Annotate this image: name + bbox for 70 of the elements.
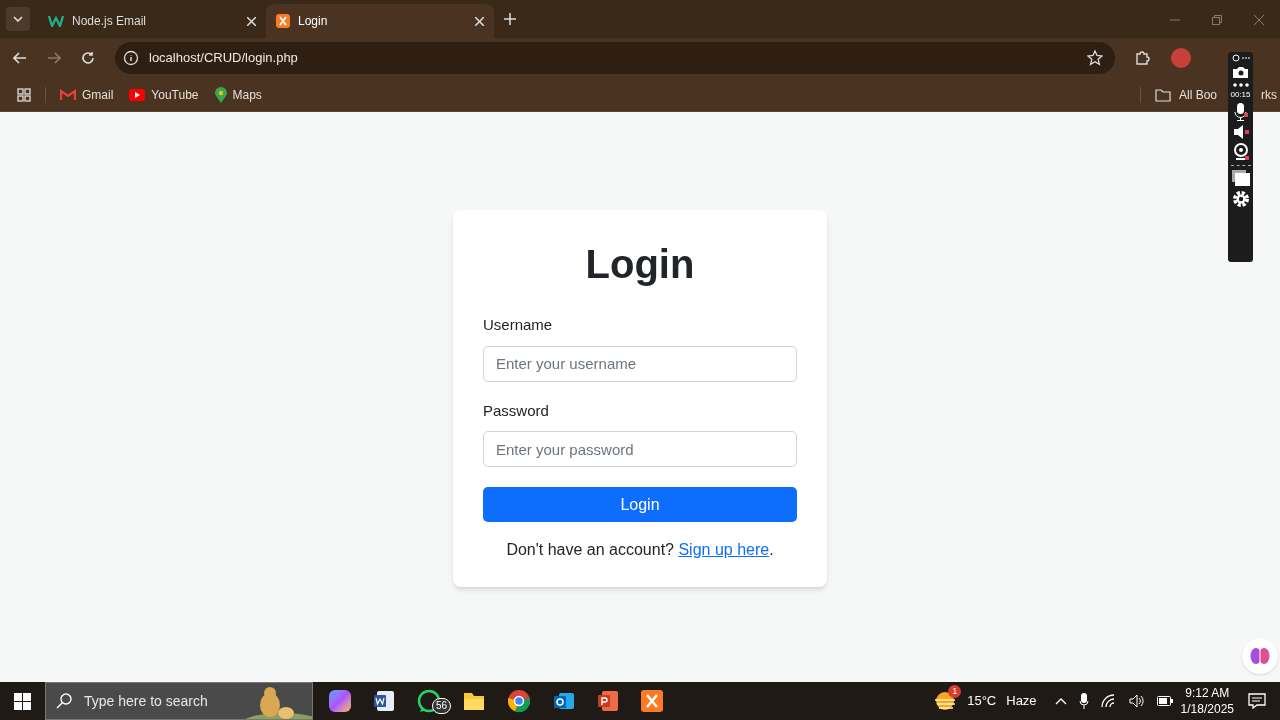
assistant-button[interactable] bbox=[1242, 638, 1278, 674]
webcam-icon[interactable] bbox=[1232, 143, 1249, 161]
chevron-up-icon[interactable] bbox=[1054, 697, 1067, 705]
brain-icon bbox=[1250, 647, 1270, 665]
word-icon[interactable] bbox=[373, 690, 395, 712]
forward-icon[interactable] bbox=[47, 52, 61, 64]
info-icon[interactable] bbox=[123, 50, 139, 66]
map-pin-icon bbox=[214, 86, 227, 103]
reload-icon[interactable] bbox=[81, 51, 95, 65]
folder-icon[interactable] bbox=[463, 691, 485, 711]
notifications-icon[interactable] bbox=[1248, 693, 1266, 709]
recording-timer: 00:15 bbox=[1230, 91, 1251, 99]
outlook-icon[interactable] bbox=[553, 690, 575, 712]
mail-icon bbox=[60, 88, 76, 101]
chrome-icon[interactable] bbox=[507, 689, 531, 713]
field-label: Username bbox=[483, 315, 554, 335]
microphone-icon[interactable] bbox=[1078, 693, 1089, 709]
clock-date[interactable]: 1/18/2025 bbox=[1180, 701, 1234, 717]
taskbar-search-field[interactable]: Type here to search bbox=[45, 682, 313, 720]
windows-icon[interactable] bbox=[1231, 170, 1250, 186]
puzzle-icon[interactable] bbox=[1135, 50, 1151, 66]
address-bar[interactable]: localhost/CRUD/login.php bbox=[115, 42, 1115, 74]
signup-link[interactable]: Sign up here bbox=[678, 541, 770, 558]
xampp-icon bbox=[276, 14, 290, 28]
camera-icon[interactable] bbox=[1232, 66, 1249, 79]
login-heading: Login bbox=[584, 241, 696, 288]
weather-text[interactable]: Haze bbox=[1006, 691, 1037, 711]
search-placeholder: Type here to search bbox=[84, 691, 208, 711]
back-icon[interactable] bbox=[13, 52, 27, 64]
bookmark-link[interactable]: Gmail bbox=[82, 85, 114, 104]
folder-icon bbox=[1154, 87, 1171, 102]
powerpoint-icon[interactable] bbox=[597, 690, 619, 712]
settings-icon[interactable] bbox=[1231, 190, 1250, 208]
field-label: Password bbox=[483, 400, 550, 421]
browser-tab[interactable]: Node.js Email bbox=[38, 4, 266, 38]
input-field[interactable]: Enter your password bbox=[483, 431, 797, 467]
windows-start-icon[interactable] bbox=[14, 692, 31, 710]
address-text: localhost/CRUD/login.php bbox=[149, 49, 299, 68]
xampp-icon[interactable] bbox=[641, 690, 663, 712]
apps-icon[interactable] bbox=[17, 87, 31, 102]
notification-badge: 56 bbox=[431, 698, 451, 714]
play-icon bbox=[129, 88, 146, 101]
wifi-icon[interactable] bbox=[1100, 694, 1117, 708]
chevron-down-icon bbox=[13, 16, 23, 22]
bookmark-folder-label[interactable]: rks bbox=[1261, 85, 1277, 104]
bookmark-link[interactable]: YouTube bbox=[151, 85, 199, 104]
bookmark-folder-label[interactable]: All Boo bbox=[1178, 85, 1217, 104]
battery-icon[interactable] bbox=[1156, 696, 1173, 706]
more-icon[interactable] bbox=[1232, 83, 1249, 87]
tab-search-button[interactable] bbox=[6, 7, 30, 31]
speaker-icon[interactable] bbox=[1128, 694, 1145, 708]
speaker-icon[interactable] bbox=[1232, 125, 1249, 139]
browser-tab[interactable]: Login bbox=[266, 4, 494, 38]
tab-title: Login bbox=[298, 13, 329, 30]
temperature-text[interactable]: 15°C bbox=[967, 691, 997, 711]
notification-badge: 1 bbox=[948, 685, 962, 698]
input-field[interactable]: Enter your username bbox=[483, 345, 797, 382]
pin-icon[interactable] bbox=[1231, 54, 1250, 62]
new-tab-icon[interactable] bbox=[504, 13, 516, 25]
search-icon bbox=[56, 693, 72, 709]
microphone-icon[interactable] bbox=[1233, 103, 1248, 121]
login-button[interactable]: Login bbox=[483, 487, 797, 522]
bookmark-link[interactable]: Maps bbox=[232, 85, 262, 104]
restore-icon[interactable] bbox=[1212, 15, 1222, 25]
signup-text: Don't have an account? Sign up here. bbox=[506, 541, 774, 558]
tab-title: Node.js Email bbox=[72, 13, 148, 30]
clock-time[interactable]: 9:12 AM bbox=[1185, 685, 1230, 701]
star-icon[interactable] bbox=[1087, 50, 1103, 66]
copilot-icon[interactable] bbox=[329, 690, 351, 712]
w-logo-icon bbox=[48, 15, 64, 27]
